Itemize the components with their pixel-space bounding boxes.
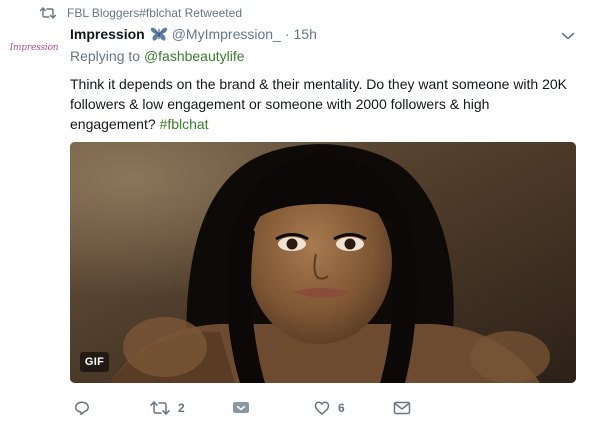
- avatar-logo-text: Impression: [10, 43, 58, 53]
- dm-share-button[interactable]: [232, 398, 250, 418]
- hashtag-link[interactable]: #fblchat: [160, 116, 209, 132]
- reply-button[interactable]: [74, 398, 98, 418]
- reply-mention-link[interactable]: @fashbeautylife: [144, 48, 245, 64]
- like-count: 6: [338, 401, 345, 415]
- retweeted-by-link[interactable]: FBL Bloggers#fblchat Retweeted: [67, 6, 242, 20]
- direct-message-button[interactable]: [393, 398, 411, 418]
- replying-to: Replying to @fashbeautylife: [70, 48, 245, 64]
- chevron-down-icon[interactable]: [561, 28, 575, 40]
- gif-still-image: [70, 142, 576, 383]
- author-name[interactable]: Impression: [70, 26, 145, 42]
- retweet-count: 2: [178, 401, 185, 415]
- retweet-action-icon: [150, 401, 170, 415]
- like-button[interactable]: 6: [314, 398, 345, 418]
- tweet-timestamp[interactable]: 15h: [294, 26, 317, 42]
- retweet-context: FBL Bloggers#fblchat Retweeted: [40, 5, 242, 21]
- gif-badge: GIF: [80, 352, 109, 372]
- tweet-text: Think it depends on the brand & their me…: [70, 74, 575, 134]
- tweet-body: Think it depends on the brand & their me…: [70, 76, 568, 132]
- tweet-header: Impression @MyImpression_ · 15h: [70, 24, 317, 44]
- butterfly-icon: [150, 26, 168, 42]
- replying-to-label: Replying to: [70, 48, 141, 64]
- tweet-actions: 2 6: [70, 398, 575, 418]
- author-handle[interactable]: @MyImpression_: [172, 26, 281, 42]
- gif-media[interactable]: GIF: [70, 142, 576, 383]
- heart-icon: [314, 401, 330, 415]
- share-tray-icon: [233, 402, 249, 413]
- retweet-icon: [40, 6, 58, 20]
- reply-icon: [75, 401, 89, 416]
- retweet-button[interactable]: 2: [150, 398, 185, 418]
- envelope-icon: [393, 401, 411, 415]
- header-separator: ·: [284, 26, 290, 42]
- avatar[interactable]: Impression: [10, 24, 58, 72]
